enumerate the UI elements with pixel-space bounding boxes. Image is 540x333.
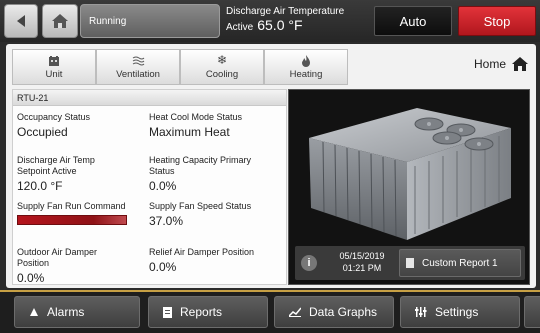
info-bar: i 05/15/2019 01:21 PM Custom Report 1 (295, 246, 525, 280)
dat-setpoint-active: Discharge Air Temp Setpoint Active 120.0… (17, 155, 95, 193)
tab-ventilation-label: Ventilation (116, 68, 160, 80)
supply-fan-run-indicator (17, 215, 127, 225)
alarms-label: Alarms (47, 305, 85, 319)
relief-air-damper-position: Relief Air Damper Position 0.0% (149, 247, 254, 274)
dat-setpoint-label-1: Discharge Air Temp (17, 155, 95, 165)
main-panel: Unit Ventilation ❄ Cooling Heating Home … (6, 44, 536, 288)
heat-cool-mode-value: Maximum Heat (149, 125, 230, 139)
custom-report-label: Custom Report 1 (422, 257, 498, 269)
unit-image-panel: i 05/15/2019 01:21 PM Custom Report 1 (288, 89, 530, 285)
supply-fan-speed-value: 37.0% (149, 214, 184, 228)
supply-fan-run-command: Supply Fan Run Command (17, 201, 127, 225)
current-time: 01:21 PM (342, 263, 382, 273)
supply-fan-speed-status: Supply Fan Speed Status 37.0% (149, 201, 251, 228)
tab-unit[interactable]: Unit (12, 49, 96, 85)
current-date: 05/15/2019 (339, 251, 385, 261)
relief-damper-value: 0.0% (149, 260, 177, 274)
relief-damper-label: Relief Air Damper Position (149, 247, 255, 257)
oa-damper-label-2: Position (17, 258, 50, 268)
discharge-air-temp-label: Discharge Air Temperature (226, 6, 345, 17)
heating-capacity-primary-status: Heating Capacity Primary Status 0.0% (149, 155, 251, 193)
date-time-display: 05/15/2019 01:21 PM (327, 250, 397, 274)
tab-heating-label: Heating (289, 68, 323, 80)
auto-button-label: Auto (399, 13, 427, 29)
home-label: Home (473, 57, 506, 71)
graph-icon (289, 307, 301, 317)
report-icon (163, 306, 172, 318)
top-bar: Running Discharge Air Temperature Active… (0, 0, 540, 42)
data-graphs-button[interactable]: Data Graphs (274, 296, 394, 328)
supply-fan-run-label: Supply Fan Run Command (17, 201, 126, 211)
dat-setpoint-label-2: Setpoint Active (17, 166, 77, 176)
heating-capacity-label-2: Status (149, 166, 175, 176)
discharge-air-temp-value: 65.0 °F (257, 17, 303, 33)
bottom-nav: Alarms Reports Data Graphs Settings (0, 292, 540, 333)
chat-button[interactable] (524, 296, 540, 328)
auto-button[interactable]: Auto (374, 6, 452, 36)
settings-button[interactable]: Settings (400, 296, 520, 328)
alarms-button[interactable]: Alarms (14, 296, 140, 328)
info-icon[interactable]: i (301, 255, 317, 271)
heating-capacity-value: 0.0% (149, 179, 177, 193)
rooftop-unit-graphic (309, 108, 511, 240)
tab-cooling-label: Cooling (205, 69, 239, 80)
unit-status-field: Running (80, 4, 220, 38)
tab-bar: Unit Ventilation ❄ Cooling Heating (12, 49, 348, 85)
tab-unit-label: Unit (45, 68, 63, 80)
sliders-icon (415, 307, 427, 317)
discharge-air-temp-readout: Discharge Air Temperature Active 65.0 °F (226, 6, 366, 33)
dat-setpoint-value: 120.0 °F (17, 179, 63, 193)
unit-name-header: RTU-21 (13, 90, 286, 106)
document-icon (406, 258, 414, 268)
house-icon (512, 57, 528, 71)
supply-fan-speed-label: Supply Fan Speed Status (149, 201, 252, 211)
home-icon (52, 14, 68, 28)
oa-damper-value: 0.0% (17, 271, 45, 285)
tab-ventilation[interactable]: Ventilation (96, 49, 180, 85)
back-button[interactable] (4, 4, 38, 38)
reports-label: Reports (180, 305, 223, 319)
point-data-panel: RTU-21 Occupancy Status Occupied Heat Co… (12, 89, 287, 285)
heating-capacity-label-1: Heating Capacity Primary (149, 155, 252, 165)
occupancy-status-label: Occupancy Status (17, 112, 91, 122)
occupancy-status: Occupancy Status Occupied (17, 112, 90, 139)
reports-button[interactable]: Reports (148, 296, 268, 328)
oa-damper-label-1: Outdoor Air Damper (17, 247, 98, 257)
snowflake-icon: ❄ (216, 53, 228, 67)
bell-icon (30, 308, 38, 316)
home-link[interactable]: Home (474, 57, 528, 71)
home-button[interactable] (42, 4, 78, 38)
stop-button[interactable]: Stop (458, 6, 536, 36)
back-arrow-icon (17, 15, 25, 27)
outdoor-air-damper-position: Outdoor Air Damper Position 0.0% (17, 247, 97, 285)
occupancy-status-value: Occupied (17, 125, 68, 139)
data-graphs-label: Data Graphs (309, 305, 378, 319)
ventilation-icon (132, 56, 145, 65)
tab-cooling[interactable]: ❄ Cooling (180, 49, 264, 85)
stop-button-label: Stop (483, 13, 511, 29)
unit-status-text: Running (89, 15, 127, 27)
custom-report-button[interactable]: Custom Report 1 (399, 249, 521, 277)
heat-cool-mode-status: Heat Cool Mode Status Maximum Heat (149, 112, 242, 139)
discharge-air-temp-sub: Active (226, 22, 254, 33)
tab-heating[interactable]: Heating (264, 49, 348, 85)
heat-cool-mode-label: Heat Cool Mode Status (149, 112, 243, 122)
flame-icon (302, 54, 310, 67)
unit-icon (49, 55, 59, 66)
settings-label: Settings (435, 305, 479, 319)
